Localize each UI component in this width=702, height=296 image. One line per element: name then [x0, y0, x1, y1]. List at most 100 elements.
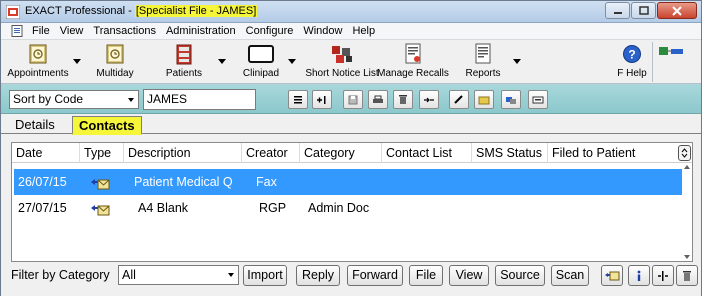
tab-bar: Details Contacts	[1, 114, 701, 135]
menu-window[interactable]: Window	[298, 23, 347, 39]
contacts-grid: Date Type Description Creator Category C…	[11, 142, 693, 262]
sort-dropdown[interactable]: Sort by Code	[9, 90, 139, 109]
file-button[interactable]: File	[409, 265, 443, 286]
window-controls	[605, 2, 697, 19]
info-icon	[637, 270, 641, 281]
appointments-dropdown-icon[interactable]	[73, 59, 81, 65]
help-button[interactable]: ? F Help	[615, 42, 649, 79]
maximize-button[interactable]	[631, 2, 656, 19]
short-notice-list-label: Short Notice List	[305, 68, 379, 79]
patients-cabinet-icon	[176, 44, 192, 65]
filter-category-dropdown[interactable]: All	[118, 265, 239, 285]
main-toolbar: Appointments Multiday Patients Clinipad …	[1, 40, 701, 84]
delete-button[interactable]	[393, 90, 413, 109]
window-title-highlight: [Specialist File - JAMES]	[134, 5, 258, 17]
menu-help[interactable]: Help	[347, 23, 380, 39]
add-entry-button[interactable]	[312, 90, 332, 109]
clinipad-dropdown-icon[interactable]	[288, 59, 296, 65]
row-creator: RGP	[259, 201, 287, 215]
tab-contacts[interactable]: Contacts	[72, 116, 142, 135]
save-disk-icon	[348, 95, 358, 104]
column-header-filed-to-patient[interactable]: Filed to Patient	[548, 143, 676, 163]
reports-button[interactable]: Reports	[461, 42, 505, 79]
reply-button[interactable]: Reply	[296, 265, 340, 286]
delete-contact-button[interactable]	[676, 265, 698, 286]
app-window: EXACT Professional - [Specialist File - …	[0, 0, 702, 296]
close-button[interactable]	[657, 2, 697, 19]
window-title: EXACT Professional - [Specialist File - …	[25, 5, 258, 17]
card-button[interactable]	[528, 90, 548, 109]
patients-dropdown-icon[interactable]	[218, 59, 226, 65]
document-icon[interactable]	[11, 25, 23, 37]
link-button[interactable]	[501, 90, 521, 109]
patient-name-field[interactable]: JAMES	[143, 89, 256, 110]
maximize-icon	[638, 6, 649, 15]
split-columns-icon	[658, 270, 668, 281]
plus-one-icon	[317, 95, 326, 104]
forward-button[interactable]: Forward	[347, 265, 403, 286]
column-chooser-button[interactable]	[678, 145, 691, 161]
appointments-button[interactable]: Appointments	[7, 42, 69, 79]
column-header-creator[interactable]: Creator	[242, 143, 300, 163]
chevron-down-icon	[228, 273, 234, 277]
tab-details[interactable]: Details	[9, 116, 61, 134]
menu-view[interactable]: View	[55, 23, 89, 39]
clinipad-button[interactable]: Clinipad	[241, 42, 281, 79]
column-header-date[interactable]: Date	[12, 143, 80, 163]
menu-administration[interactable]: Administration	[161, 23, 241, 39]
merge-button[interactable]	[419, 90, 439, 109]
print-button[interactable]	[368, 90, 388, 109]
view-button[interactable]: View	[449, 265, 489, 286]
info-button[interactable]	[628, 265, 650, 286]
patient-strip: Sort by Code JAMES	[1, 84, 701, 114]
save-button[interactable]	[343, 90, 363, 109]
minimize-button[interactable]	[605, 2, 630, 19]
patients-button[interactable]: Patients	[161, 42, 207, 79]
clinipad-icon	[248, 45, 274, 63]
scroll-down-icon	[684, 255, 690, 259]
reports-label: Reports	[465, 68, 501, 79]
column-header-category[interactable]: Category	[300, 143, 382, 163]
grid-header: Date Type Description Creator Category C…	[12, 143, 692, 163]
help-label: F Help	[617, 68, 647, 79]
column-header-description[interactable]: Description	[124, 143, 242, 163]
reports-dropdown-icon[interactable]	[513, 59, 521, 65]
menu-file[interactable]: File	[27, 23, 55, 39]
reports-document-icon	[475, 43, 491, 64]
svg-text:?: ?	[628, 48, 635, 62]
table-row[interactable]: 26/07/15 Patient Medical Q Fax	[14, 169, 682, 195]
sort-value: Sort by Code	[13, 92, 84, 106]
folder-button[interactable]	[474, 90, 494, 109]
column-header-type[interactable]: Type	[80, 143, 124, 163]
short-notice-list-button[interactable]: Short Notice List	[305, 42, 379, 79]
manage-recalls-button[interactable]: Manage Recalls	[377, 42, 449, 79]
filter-label: Filter by Category	[11, 268, 110, 282]
envelope-icon	[605, 271, 620, 280]
close-icon	[672, 5, 682, 16]
trash-icon	[683, 270, 691, 281]
folder-icon	[478, 96, 490, 104]
up-down-icon	[681, 148, 688, 158]
align-left-button[interactable]	[288, 90, 308, 109]
toolbar-separator	[652, 42, 653, 82]
multiday-label: Multiday	[96, 68, 134, 79]
users-connection-icon[interactable]	[657, 44, 687, 58]
lines-icon	[294, 95, 302, 103]
menu-transactions[interactable]: Transactions	[88, 23, 161, 39]
arrows-in-icon	[424, 97, 434, 102]
split-button[interactable]	[652, 265, 674, 286]
import-button[interactable]: Import	[243, 265, 287, 286]
menu-configure[interactable]: Configure	[241, 23, 299, 39]
scan-button[interactable]: Scan	[551, 265, 589, 286]
vertical-scrollbar[interactable]	[682, 163, 692, 261]
attach-button[interactable]	[449, 90, 469, 109]
source-button[interactable]: Source	[495, 265, 545, 286]
patients-label: Patients	[165, 68, 203, 79]
column-header-sms-status[interactable]: SMS Status	[472, 143, 548, 163]
minimize-icon	[613, 11, 622, 14]
column-header-contact-list[interactable]: Contact List	[382, 143, 472, 163]
envelope-button[interactable]	[601, 265, 623, 286]
table-row[interactable]: 27/07/15 A4 Blank RGP Admin Doc	[14, 195, 682, 221]
multiday-button[interactable]: Multiday	[91, 42, 139, 79]
short-notice-puzzle-icon	[332, 46, 352, 63]
